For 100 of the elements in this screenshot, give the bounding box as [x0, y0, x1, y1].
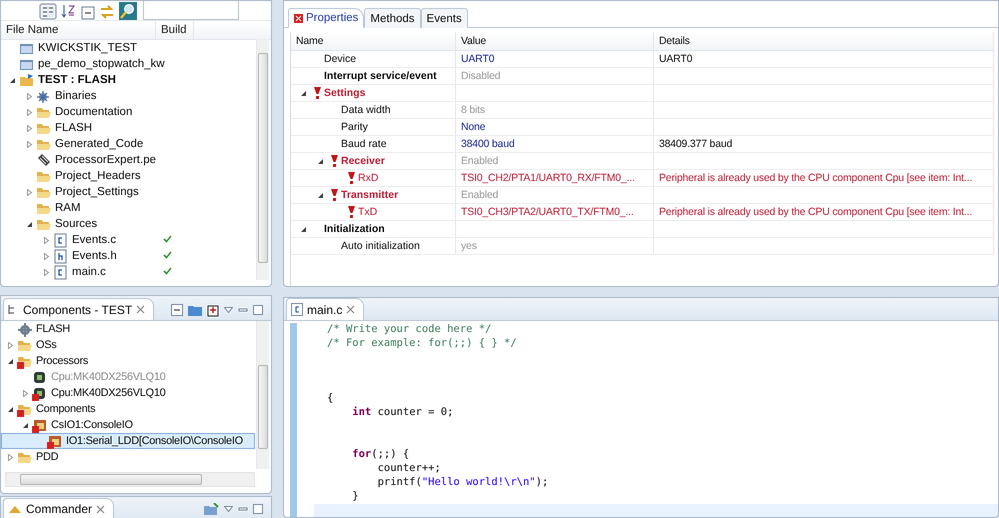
tree-item[interactable]: OSs [1, 337, 255, 353]
property-name: Data width [341, 104, 391, 116]
table-cell[interactable]: 38400 baud [456, 136, 654, 152]
close-icon[interactable] [96, 504, 106, 514]
tree-item[interactable]: Components [1, 401, 255, 417]
expanded-arrow-icon[interactable] [300, 90, 306, 96]
collapsed-arrow-icon[interactable] [26, 124, 32, 132]
column-header[interactable]: File Name [1, 21, 156, 39]
property-name: RxD [358, 172, 378, 184]
collapsed-arrow-icon[interactable] [6, 454, 14, 460]
collapsed-arrow-icon[interactable] [6, 342, 14, 348]
chip-file-icon [36, 152, 52, 168]
tree-item[interactable]: Events.c [1, 232, 255, 248]
collapsed-arrow-icon[interactable] [22, 390, 28, 396]
layout-icon[interactable] [39, 3, 57, 20]
tree-item[interactable]: Events.h [1, 248, 255, 264]
expanded-arrow-icon[interactable] [316, 158, 324, 164]
collapse-all-icon[interactable] [171, 304, 183, 316]
c-file-icon [291, 303, 303, 316]
expanded-arrow-icon[interactable] [316, 192, 324, 198]
import-icon[interactable] [207, 304, 219, 316]
commander-icon [8, 504, 22, 514]
property-name: Receiver [341, 155, 385, 167]
expanded-arrow-icon[interactable] [6, 406, 14, 412]
tree-item[interactable]: IO1:Serial_LDD[ConsoleIO\ConsoleIO [1, 433, 255, 449]
tree-item[interactable]: Cpu:MK40DX256VLQ10 [1, 385, 255, 401]
expanded-arrow-icon[interactable] [26, 220, 32, 228]
close-icon[interactable] [346, 305, 356, 314]
table-cell: 38409.377 baud [654, 136, 994, 152]
tab-title: main.c [307, 302, 342, 316]
collapsed-arrow-icon[interactable] [42, 252, 50, 260]
exclamation-icon [330, 155, 338, 167]
column-header[interactable]: Name [291, 32, 456, 50]
column-header[interactable]: Details [654, 32, 994, 50]
tree-item[interactable]: FLASH [1, 120, 255, 136]
tree-item[interactable]: Generated_Code [1, 136, 255, 152]
tree-item[interactable]: Sources [1, 216, 255, 232]
tree-item[interactable]: CsIO1:ConsoleIO [1, 417, 255, 433]
tree-item[interactable]: Processors [1, 353, 255, 369]
tree-item[interactable]: Project_Headers [1, 168, 255, 184]
table-cell[interactable]: TSI0_CH3/PTA2/UART0_TX/FTM0_... [456, 204, 654, 220]
sort-icon[interactable] [61, 3, 77, 20]
tree-item[interactable]: TEST : FLASH [1, 72, 255, 88]
gear-icon [17, 322, 33, 336]
tree-item[interactable]: Project_Settings [1, 184, 255, 200]
search-icon[interactable] [119, 2, 137, 20]
collapse-all-icon[interactable] [81, 6, 95, 20]
collapsed-arrow-icon[interactable] [42, 268, 50, 276]
folder-icon[interactable] [188, 304, 202, 316]
component-icon [47, 434, 63, 448]
tab[interactable]: Properties [288, 8, 364, 28]
table-cell[interactable]: UART0 [456, 51, 654, 67]
collapsed-arrow-icon[interactable] [42, 236, 50, 244]
tree-item[interactable]: ProcessorExpert.pe [1, 152, 255, 168]
column-header[interactable]: Build [156, 21, 194, 39]
maximize-icon[interactable] [253, 504, 263, 514]
column-header[interactable]: Value [456, 32, 654, 50]
property-name: Auto initialization [341, 240, 420, 252]
view-menu-icon[interactable] [224, 506, 233, 512]
scrollbar[interactable] [5, 472, 255, 487]
tree-item[interactable]: Binaries [1, 88, 255, 104]
property-name: Initialization [324, 223, 385, 235]
property-name: TxD [358, 206, 378, 218]
expanded-arrow-icon[interactable] [22, 422, 28, 428]
expanded-arrow-icon[interactable] [300, 226, 306, 232]
view-menu-icon[interactable] [224, 307, 233, 313]
tab[interactable]: Methods [364, 8, 421, 28]
tree-item[interactable]: Documentation [1, 104, 255, 120]
expanded-arrow-icon[interactable] [8, 76, 16, 84]
scrollbar[interactable] [256, 321, 269, 469]
collapsed-arrow-icon[interactable] [26, 92, 32, 100]
property-name: Transmitter [341, 189, 398, 201]
tree-item[interactable]: pe_demo_stopwatch_kw [1, 56, 255, 72]
scrollbar[interactable] [256, 39, 269, 280]
tree-item[interactable]: main.c [1, 264, 255, 280]
open-folder-icon[interactable] [204, 502, 219, 516]
component-icon [32, 418, 48, 432]
c-file-icon [53, 232, 69, 248]
property-name: Interrupt service/event [324, 70, 437, 82]
tree-item[interactable]: RAM [1, 200, 255, 216]
tree-item[interactable]: FLASH [1, 321, 255, 337]
view-tab[interactable]: Commander [3, 498, 114, 518]
maximize-icon[interactable] [253, 305, 263, 315]
chip-icon [32, 386, 48, 400]
h-file-icon [53, 248, 69, 264]
tree-item[interactable]: KWICKSTIK_TEST [1, 40, 255, 56]
code-line: /* Write your code here */ [326, 323, 492, 337]
view-tab[interactable]: Components - TEST [3, 298, 154, 320]
editor-tab[interactable]: main.c [286, 298, 364, 320]
tree-item[interactable]: PDD [1, 449, 255, 465]
filter-field[interactable] [143, 1, 239, 20]
collapsed-arrow-icon[interactable] [26, 108, 32, 116]
collapsed-arrow-icon[interactable] [26, 140, 32, 148]
expanded-arrow-icon[interactable] [6, 358, 14, 364]
close-icon[interactable] [136, 305, 146, 314]
exclamation-icon [348, 172, 354, 184]
table-cell[interactable]: None [456, 119, 654, 135]
tab[interactable]: Events [420, 8, 468, 28]
table-cell[interactable]: TSI0_CH2/PTA1/UART0_RX/FTM0_... [456, 170, 654, 186]
collapsed-arrow-icon[interactable] [26, 188, 32, 196]
